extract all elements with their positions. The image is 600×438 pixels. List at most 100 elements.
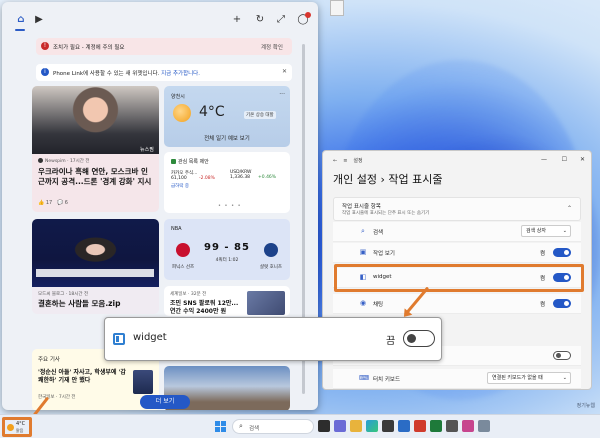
search-placeholder: 검색 (249, 426, 260, 432)
edge-icon[interactable] (366, 420, 378, 432)
expand-icon[interactable]: ⤢ (274, 13, 288, 27)
app-icon-red[interactable] (414, 420, 426, 432)
game-score: 99 - 85 (204, 242, 250, 253)
keyboard-icon: ⌨ (359, 374, 370, 382)
info-icon: i (41, 68, 49, 76)
callout-label: widget (133, 332, 167, 343)
news-card-ukraine[interactable]: 뉴스핌 Newspim · 17시간 전 우크라이나 흑해 연안, 모스크바 인… (32, 86, 159, 212)
task-view-icon: ▣ (359, 248, 367, 256)
callout-state: 끔 (386, 336, 396, 347)
notification-badge (305, 12, 311, 18)
news-headline[interactable]: 조민 SNS 팔로워 12만... 연간 수익 2400만 원 (170, 300, 244, 316)
taskview-toggle[interactable] (553, 248, 571, 257)
top-news-header: 주요 기사 (38, 357, 60, 363)
section-title: 작업 표시줄 항목 (342, 204, 381, 210)
pager-dots[interactable]: • • • • (218, 203, 242, 209)
store-icon[interactable] (382, 420, 394, 432)
taskbar-search[interactable]: ⌕ 검색 (232, 419, 314, 434)
video-icon[interactable]: ▶ (32, 13, 46, 27)
add-now-link[interactable]: 지금 추가합니다. (161, 71, 200, 77)
news-card-wedding[interactable]: 모드씨 블로그 · 18시간 전 결혼하는 사람들 모음.zip (32, 219, 159, 314)
weather-temp: 4°C (199, 104, 225, 120)
partial-toggle[interactable] (553, 351, 571, 360)
news-thumbnail (133, 370, 153, 394)
news-thumbnail (247, 291, 285, 315)
chat-icon: ◉ (359, 299, 367, 307)
news-card-cho[interactable]: 세계일보 · 32분 전 조민 SNS 팔로워 12만... 연간 수익 240… (164, 286, 290, 316)
close-icon[interactable]: ✕ (282, 68, 287, 75)
menu-icon[interactable]: ≡ (343, 158, 347, 164)
check-account-link[interactable]: 계정 확인 (261, 43, 283, 51)
publisher-logo-icon (38, 158, 43, 163)
refresh-icon[interactable]: ↻ (253, 13, 267, 27)
taskbar-temp: 4°C (16, 421, 26, 427)
phone-link-alert[interactable]: i Phone Link에 사용할 수 있는 새 위젯입니다. 지금 추가합니다… (36, 64, 292, 81)
app-icon-pink[interactable] (462, 420, 474, 432)
taskbar: 4°C 맑음 ⌕ 검색 (0, 414, 600, 438)
page-title: 작업 표시줄 (388, 173, 443, 186)
settings-breadcrumb: 개인 설정 › 작업 표시줄 (333, 171, 443, 187)
watermark: 정기뉴웹 (576, 403, 595, 409)
taskbar-row-chat: ◉ 채팅 켬 (333, 294, 581, 314)
search-mode-select[interactable]: 검색 상자 ⌄ (521, 225, 571, 237)
more-options-icon[interactable]: ··· (279, 91, 285, 98)
photo-badge: 뉴스핌 (140, 147, 154, 153)
widget-toolbar: ⌂ ▶ + ↻ ⤢ ◯ (2, 2, 318, 38)
stocks-widget[interactable]: 관심 목록 제안 카카오 주식... 61,100 -2.08% 급하락 중 US… (164, 152, 290, 213)
stock-trend: 급하락 중 (171, 184, 189, 189)
add-widget-icon[interactable]: + (230, 13, 244, 27)
chat-icon[interactable] (334, 420, 346, 432)
close-window-icon[interactable]: ✕ (580, 156, 585, 163)
stock-item[interactable]: USD/KRW 1,336.38 +0.46% (230, 170, 290, 180)
see-more-button[interactable]: 더 보기 (140, 395, 190, 409)
task-view-icon[interactable] (318, 420, 330, 432)
chevron-down-icon: ⌄ (562, 375, 567, 381)
weather-warning: 기온 상승 대할 (244, 111, 276, 119)
stock-item[interactable]: 카카오 주식... 61,100 -2.08% 급하락 중 (171, 170, 231, 189)
file-explorer-icon[interactable] (350, 420, 362, 432)
home-icon[interactable]: ⌂ (14, 13, 28, 27)
photo-ticker (36, 269, 154, 277)
news-headline[interactable]: 결혼하는 사람들 모음.zip (38, 299, 153, 309)
start-button[interactable] (215, 421, 226, 432)
team-name: 피닉스 선즈 (172, 265, 195, 270)
chevron-up-icon[interactable]: ⌃ (567, 205, 572, 212)
minimize-icon[interactable]: — (541, 156, 547, 163)
search-icon: ⌕ (239, 422, 243, 430)
search-icon: ⌕ (361, 227, 365, 235)
toggle-state: 켬 (539, 302, 545, 308)
sports-widget[interactable]: NBA 99 - 85 4쿼터 1:02 피닉스 선즈 샬럿 호니츠 (164, 219, 290, 280)
chat-toggle[interactable] (553, 299, 571, 308)
taskbar-items-section[interactable]: 작업 표시줄 항목 작업 표시줄에 표시되는 단추 표시 또는 숨기기 ⌃ (333, 197, 581, 221)
row-label: 채팅 (373, 302, 384, 308)
alert-text: 조치가 필요 - 계정에 주의 필요 (53, 45, 125, 51)
news-headline[interactable]: '정순신 아들' 자사고, 학생부에 '감쾌한하' 기재 안 했다 (38, 369, 129, 385)
taskbar-weather-button[interactable]: 4°C 맑음 (2, 417, 32, 437)
forecast-link[interactable]: 전체 일기 예보 보기 (164, 134, 290, 142)
news-stats: 👍 17 💬 6 (38, 200, 68, 206)
widget-toggle-off[interactable] (403, 330, 435, 347)
touch-keyboard-select[interactable]: 연결된 키보드가 없을 때 ⌄ (487, 372, 571, 384)
stock-value: 1,336.38 (230, 175, 251, 180)
app-icon-green[interactable] (430, 420, 442, 432)
search-app-icon[interactable] (446, 420, 458, 432)
news-photo (32, 86, 159, 154)
taskbar-weather-status: 맑음 (16, 428, 24, 433)
row-label: 작업 보기 (373, 251, 395, 257)
breadcrumb-separator: › (380, 173, 385, 186)
weather-widget[interactable]: 양천시 ··· 4°C 기온 상승 대할 전체 일기 예보 보기 (164, 86, 290, 147)
toggle-state: 켬 (539, 251, 545, 257)
news-headline[interactable]: 우크라이나 흑해 연안, 모스크바 인근까지 공격...드론 '경계 강화' 지… (38, 167, 153, 187)
mail-icon[interactable] (398, 420, 410, 432)
maximize-icon[interactable]: ☐ (562, 156, 567, 163)
team-name: 샬럿 호니츠 (259, 265, 282, 270)
back-arrow-icon[interactable]: ← (333, 158, 337, 164)
settings-gear-icon[interactable] (478, 420, 490, 432)
breadcrumb-parent[interactable]: 개인 설정 (333, 173, 377, 186)
taskbar-row-search: ⌕ 검색 검색 상자 ⌄ (333, 222, 581, 242)
account-alert[interactable]: ! 조치가 필요 - 계정에 주의 필요 계정 확인 (36, 38, 292, 55)
sun-icon (173, 104, 191, 122)
chevron-down-icon: ⌄ (562, 228, 567, 234)
alert-text: Phone Link에 사용할 수 있는 새 위젯입니다. 지금 추가합니다. (53, 71, 200, 77)
desktop-file-icon[interactable] (330, 0, 344, 16)
